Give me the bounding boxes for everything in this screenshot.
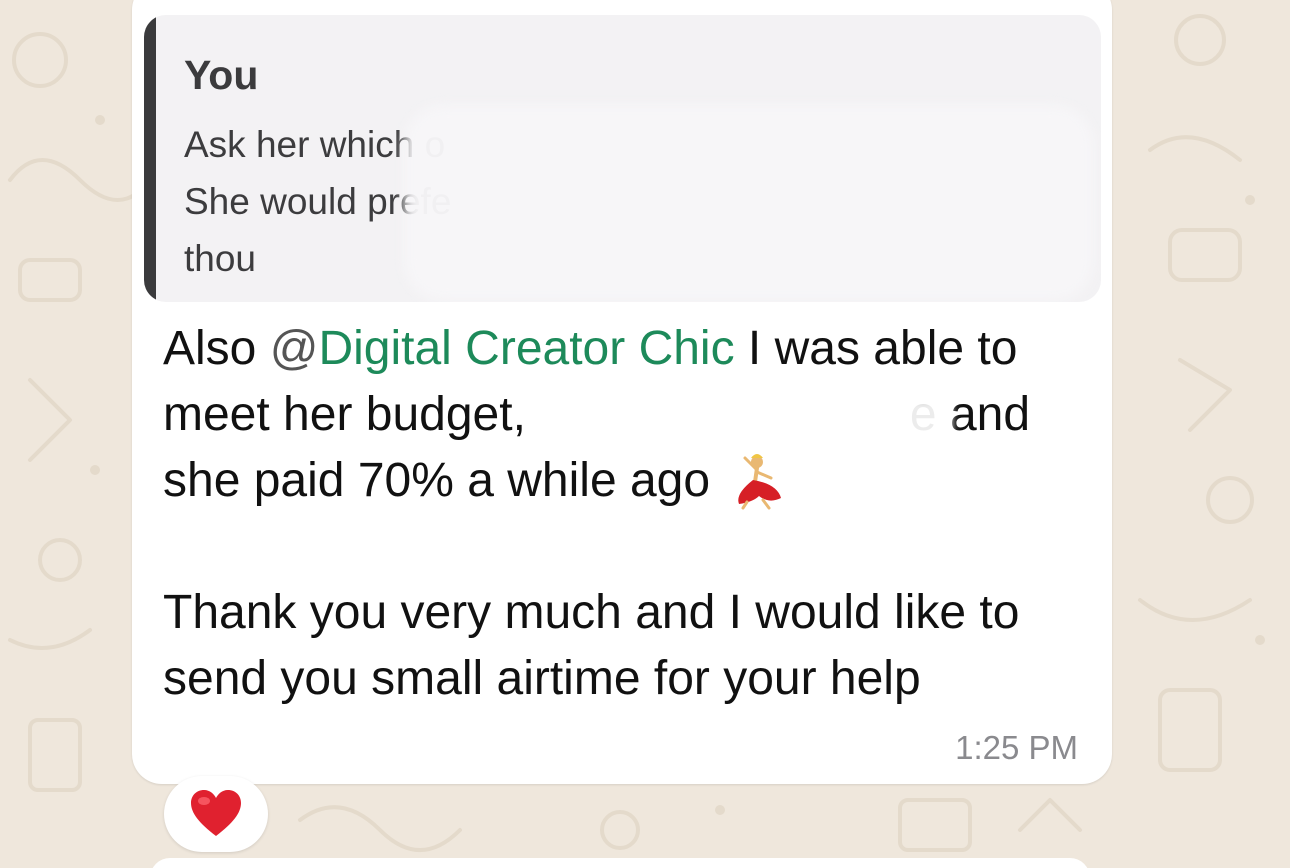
mention-name[interactable]: Digital Creator Chic <box>318 322 734 375</box>
text-line2-start: meet her budget, <box>163 388 526 441</box>
message-line-4: Thank you very much and I would like to <box>163 586 1020 639</box>
redaction-blur <box>404 105 1094 301</box>
redaction-blur <box>566 398 952 442</box>
dancer-emoji-icon <box>738 454 782 510</box>
red-heart-icon <box>191 790 241 836</box>
mention-at-sign[interactable]: @ <box>270 322 319 375</box>
message-timestamp: 1:25 PM <box>955 729 1078 766</box>
quote-accent-bar <box>144 15 156 302</box>
message-line-1: Also @Digital Creator Chic I was able to <box>163 316 1093 382</box>
text-also: Also <box>163 322 270 375</box>
message-text: Also @Digital Creator Chic I was able to… <box>163 316 1093 712</box>
next-message-bubble[interactable] <box>150 858 1090 868</box>
text-line1-suffix: I was able to <box>734 322 1018 375</box>
message-line-5: send you small airtime for your help <box>163 652 921 705</box>
message-line-3: she paid 70% a while ago <box>163 448 1093 514</box>
quoted-author: You <box>184 52 259 98</box>
text-line3: she paid 70% a while ago <box>163 454 711 507</box>
quoted-reply[interactable]: You Ask her which o She would prefe thou <box>144 15 1101 302</box>
reaction-pill[interactable] <box>164 776 268 852</box>
